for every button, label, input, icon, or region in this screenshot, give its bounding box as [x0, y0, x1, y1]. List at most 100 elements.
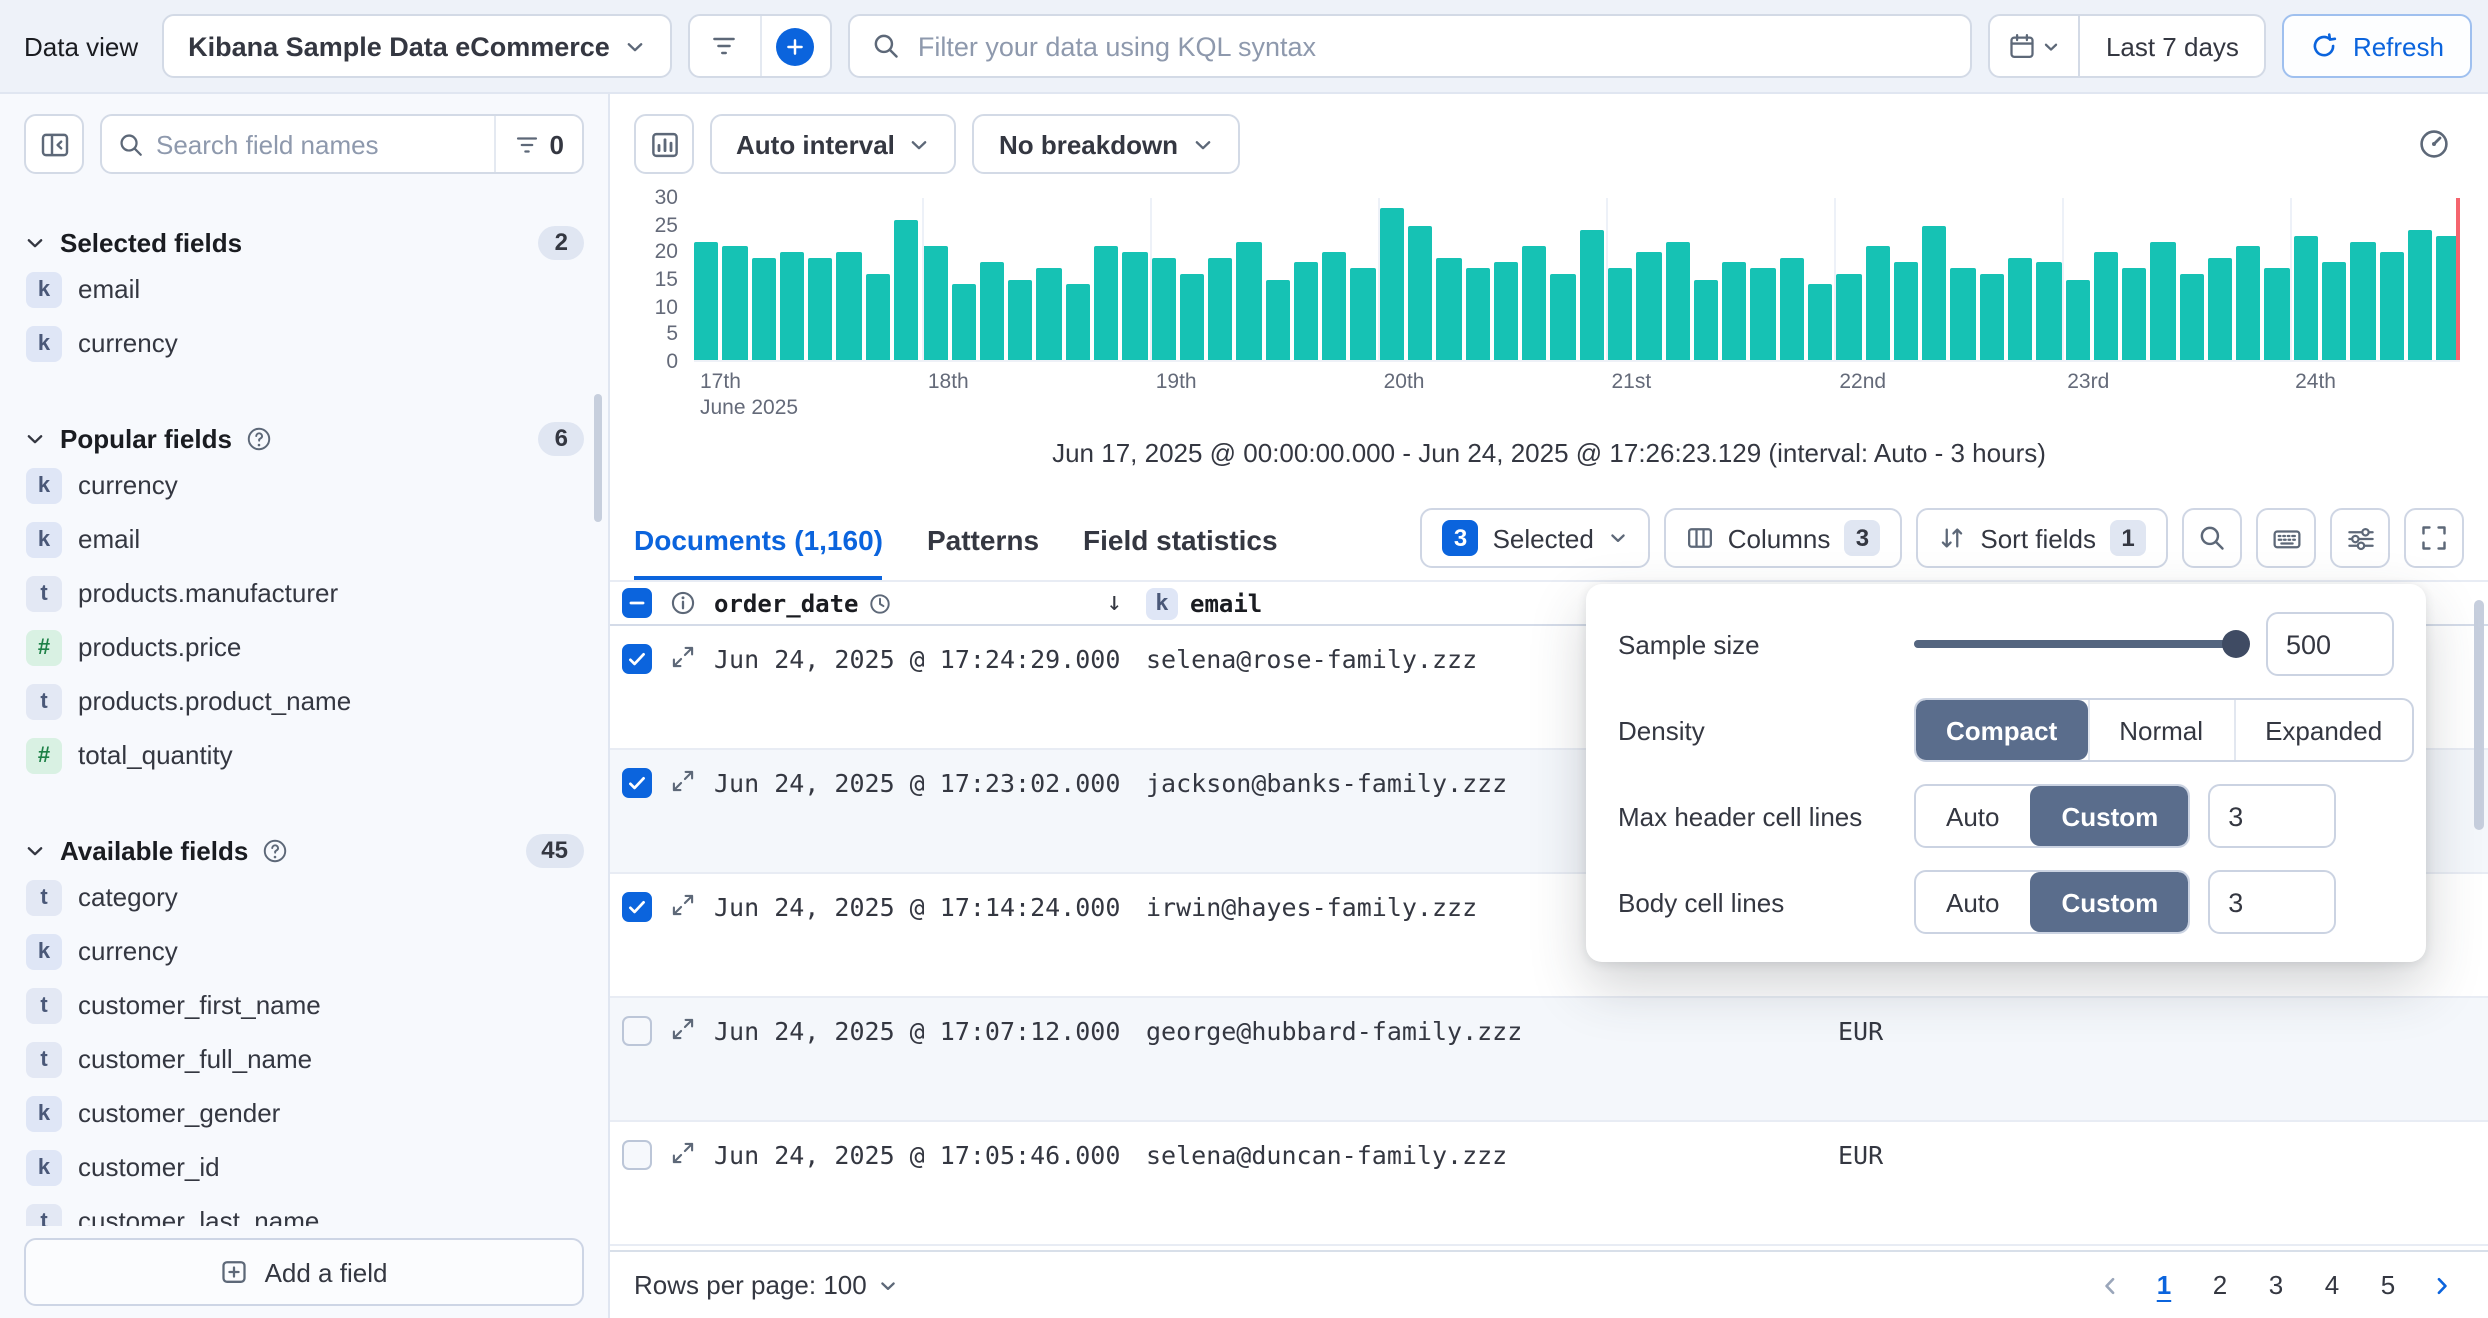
histogram-bar[interactable] [694, 241, 719, 360]
section-header-popular-fields[interactable]: Popular fields6 [24, 418, 584, 458]
field-item-customer-first-name[interactable]: tcustomer_first_name [24, 978, 584, 1032]
page-button-2[interactable]: 2 [2196, 1261, 2244, 1309]
histogram-bar[interactable] [865, 274, 890, 360]
histogram-bar[interactable] [1351, 268, 1376, 360]
tab-field-statistics[interactable]: Field statistics [1083, 524, 1278, 580]
histogram-bar[interactable] [2351, 241, 2376, 360]
field-item-customer-gender[interactable]: kcustomer_gender [24, 1086, 584, 1140]
field-item-currency[interactable]: kcurrency [24, 458, 584, 512]
field-item-customer-full-name[interactable]: tcustomer_full_name [24, 1032, 584, 1086]
sample-size-slider[interactable] [1914, 630, 2248, 658]
filter-menu-button[interactable] [690, 16, 760, 76]
histogram-bar[interactable] [1094, 247, 1119, 360]
expand-document-icon[interactable] [670, 644, 696, 670]
field-search-input[interactable] [156, 129, 482, 159]
body-lines-input[interactable] [2208, 870, 2336, 934]
field-item-email[interactable]: kemail [24, 512, 584, 566]
histogram-bar[interactable] [1865, 247, 1890, 360]
histogram-bar[interactable] [1637, 252, 1662, 360]
page-button-4[interactable]: 4 [2308, 1261, 2356, 1309]
table-scrollbar[interactable] [2474, 600, 2484, 830]
histogram-bar[interactable] [751, 257, 776, 360]
tab-patterns[interactable]: Patterns [927, 524, 1039, 580]
histogram-chart[interactable]: 051015202530 17thJune 202518th19th20th21… [630, 186, 2468, 410]
tab-documents-1-160[interactable]: Documents (1,160) [634, 524, 883, 580]
table-row[interactable]: Jun 24, 2025 @ 17:07:12.000george@hubbar… [610, 998, 2488, 1122]
histogram-bar[interactable] [2179, 274, 2204, 360]
row-checkbox[interactable] [622, 644, 652, 674]
histogram-bar[interactable] [923, 247, 948, 360]
field-filter-button[interactable]: 0 [494, 116, 582, 172]
histogram-bar[interactable] [1265, 279, 1290, 360]
header-lines-input[interactable] [2208, 784, 2336, 848]
field-item-category[interactable]: tcategory [24, 870, 584, 924]
row-checkbox[interactable] [622, 1140, 652, 1170]
histogram-bar[interactable] [780, 252, 805, 360]
fullscreen-button[interactable] [2404, 508, 2464, 568]
sort-descending-icon[interactable]: ↓ [1106, 588, 1146, 618]
table-row[interactable]: Jun 24, 2025 @ 17:05:46.000selena@duncan… [610, 1122, 2488, 1246]
expand-document-icon[interactable] [670, 1140, 696, 1166]
histogram-bar[interactable] [980, 263, 1005, 360]
body-lines-option-custom[interactable]: Custom [2030, 872, 2189, 932]
field-search[interactable]: 0 [100, 114, 584, 174]
field-item-currency[interactable]: kcurrency [24, 924, 584, 978]
expand-document-icon[interactable] [670, 892, 696, 918]
kql-input[interactable] [918, 31, 1948, 61]
sample-size-input[interactable] [2266, 612, 2394, 676]
histogram-bar[interactable] [1065, 284, 1090, 360]
columns-button[interactable]: Columns 3 [1664, 508, 1903, 568]
histogram-bar[interactable] [1322, 252, 1347, 360]
histogram-bar[interactable] [1008, 279, 1033, 360]
rows-per-page-button[interactable]: Rows per page: 100 [634, 1270, 899, 1300]
histogram-bar[interactable] [2036, 263, 2061, 360]
section-header-selected-fields[interactable]: Selected fields2 [24, 222, 584, 262]
histogram-bar[interactable] [1294, 263, 1319, 360]
column-header-order-date[interactable]: order_date ↓ [714, 588, 1146, 618]
histogram-bar[interactable] [2094, 252, 2119, 360]
page-button-3[interactable]: 3 [2252, 1261, 2300, 1309]
expand-document-icon[interactable] [670, 1016, 696, 1042]
histogram-bar[interactable] [2294, 236, 2319, 360]
sidebar-scrollbar[interactable] [594, 394, 602, 522]
body-lines-option-auto[interactable]: Auto [1916, 872, 2030, 932]
histogram-bar[interactable] [1808, 284, 1833, 360]
histogram-bar[interactable] [1180, 274, 1205, 360]
histogram-bar[interactable] [1979, 274, 2004, 360]
kql-search-bar[interactable] [848, 14, 1972, 78]
histogram-bar[interactable] [1694, 279, 1719, 360]
histogram-bar[interactable] [1122, 252, 1147, 360]
histogram-bar[interactable] [1494, 263, 1519, 360]
field-item-currency[interactable]: kcurrency [24, 316, 584, 370]
histogram-bar[interactable] [723, 247, 748, 360]
histogram-bar[interactable] [2236, 247, 2261, 360]
histogram-bar[interactable] [2122, 268, 2147, 360]
histogram-bar[interactable] [1779, 257, 1804, 360]
histogram-bar[interactable] [2408, 230, 2433, 360]
histogram-bar[interactable] [808, 257, 833, 360]
histogram-bar[interactable] [1837, 274, 1862, 360]
search-in-table-button[interactable] [2182, 508, 2242, 568]
field-item-total-quantity[interactable]: #total_quantity [24, 728, 584, 782]
section-header-available-fields[interactable]: Available fields45 [24, 830, 584, 870]
prev-page-button[interactable] [2088, 1261, 2132, 1309]
next-page-button[interactable] [2420, 1261, 2464, 1309]
histogram-bar[interactable] [1465, 268, 1490, 360]
display-options-button[interactable] [2330, 508, 2390, 568]
breakdown-select[interactable]: No breakdown [973, 114, 1240, 174]
histogram-bar[interactable] [2322, 263, 2347, 360]
add-field-button[interactable]: Add a field [24, 1238, 584, 1306]
histogram-bar[interactable] [1408, 225, 1433, 360]
histogram-bar[interactable] [894, 220, 919, 360]
histogram-bar[interactable] [1951, 268, 1976, 360]
histogram-bar[interactable] [1894, 263, 1919, 360]
info-icon[interactable] [670, 590, 696, 616]
row-checkbox[interactable] [622, 892, 652, 922]
collapse-sidebar-button[interactable] [24, 114, 84, 174]
slider-thumb[interactable] [2222, 630, 2250, 658]
histogram-bar[interactable] [1237, 241, 1262, 360]
data-view-picker[interactable]: Kibana Sample Data eCommerce [162, 14, 672, 78]
histogram-bar[interactable] [2379, 252, 2404, 360]
histogram-bar[interactable] [837, 252, 862, 360]
histogram-bar[interactable] [1208, 257, 1233, 360]
